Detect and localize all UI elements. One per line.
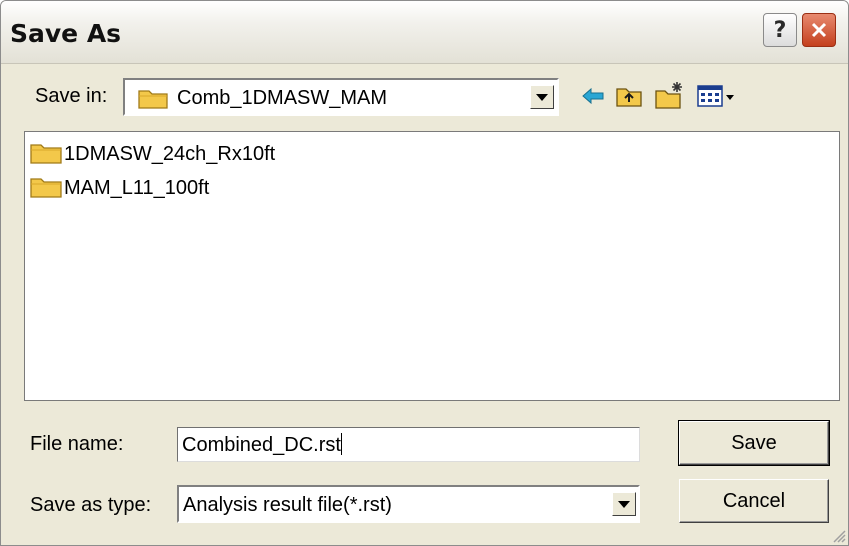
save-as-type-select[interactable]: Analysis result file(*.rst) xyxy=(177,485,640,523)
up-one-level-button[interactable] xyxy=(614,81,644,111)
create-new-folder-button[interactable] xyxy=(653,79,687,111)
list-item[interactable]: 1DMASW_24ch_Rx10ft xyxy=(30,140,275,169)
file-name-value-wrap: Combined_DC.rst xyxy=(182,433,342,457)
save-in-combobox[interactable]: Comb_1DMASW_MAM xyxy=(123,78,559,116)
list-item-label: MAM_L11_100ft xyxy=(64,177,210,199)
file-list[interactable]: 1DMASW_24ch_Rx10ft MAM_L11_100ft xyxy=(24,131,840,401)
file-name-value: Combined_DC.rst xyxy=(182,434,341,456)
dialog-title: Save As xyxy=(10,19,122,48)
save-as-type-label: Save as type: xyxy=(30,494,152,516)
back-arrow-icon xyxy=(582,87,604,105)
file-name-label: File name: xyxy=(30,433,124,455)
save-in-value: Comb_1DMASW_MAM xyxy=(177,87,388,109)
folder-icon xyxy=(138,87,168,114)
chevron-down-icon xyxy=(536,93,548,101)
list-item[interactable]: MAM_L11_100ft xyxy=(30,174,209,203)
save-as-type-dropdown-button[interactable] xyxy=(612,492,636,516)
help-button[interactable]: ? xyxy=(763,13,797,47)
save-in-label: Save in: xyxy=(35,85,108,107)
view-menu-icon xyxy=(697,85,734,107)
cancel-button[interactable]: Cancel xyxy=(679,479,829,523)
text-caret xyxy=(340,433,342,455)
save-as-dialog: Save As ? Save in: Comb_1DMASW_MAM 1DMAS… xyxy=(0,0,849,546)
resize-grip-icon[interactable] xyxy=(832,529,846,543)
chevron-down-icon xyxy=(618,500,630,508)
save-in-dropdown-button[interactable] xyxy=(530,85,554,109)
new-folder-icon xyxy=(655,82,682,109)
save-button[interactable]: Save xyxy=(678,420,830,466)
file-name-input[interactable]: Combined_DC.rst xyxy=(177,427,640,462)
up-one-level-icon xyxy=(616,88,642,107)
view-menu-button[interactable] xyxy=(695,81,739,111)
list-item-label: 1DMASW_24ch_Rx10ft xyxy=(64,143,276,165)
question-mark-icon: ? xyxy=(773,17,787,43)
save-as-type-value: Analysis result file(*.rst) xyxy=(183,494,392,516)
close-icon xyxy=(811,22,827,38)
folder-icon xyxy=(30,174,62,203)
close-button[interactable] xyxy=(802,13,836,47)
back-button[interactable] xyxy=(578,81,608,111)
title-bar[interactable]: Save As ? xyxy=(1,1,848,64)
folder-icon xyxy=(30,140,62,169)
